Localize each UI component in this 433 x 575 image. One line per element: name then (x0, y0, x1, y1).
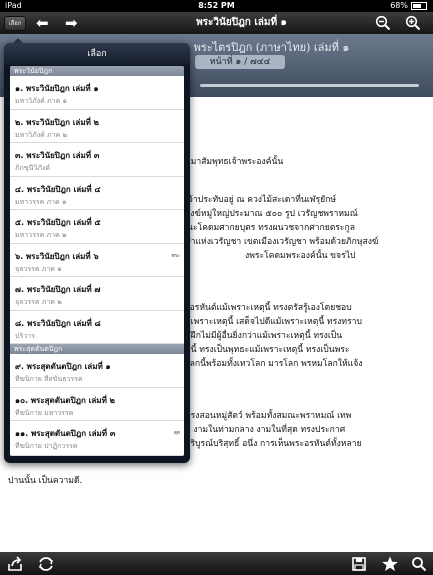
list-item[interactable]: ๓. พระวินัยปิฎก เล่มที่ ๓ ภิกขุนีวิภังค์ (10, 143, 184, 177)
item-title: ๑. พระวินัยปิฎก เล่มที่ ๑ (15, 84, 99, 93)
volume-select-popover: เลือก พระวินัยปิฎก ๑. พระวินัยปิฎก เล่มท… (4, 38, 190, 463)
item-subtitle: จุลวรรค ภาค ๒ (15, 298, 62, 306)
list-item[interactable]: ๑. พระวินัยปิฎก เล่มที่ ๑ มหาวิภังค์ ภาค… (10, 76, 184, 110)
list-item[interactable]: ๒. พระวินัยปิฎก เล่มที่ ๒ มหาวิภังค์ ภาค… (10, 110, 184, 143)
item-subtitle: ปริวาร (15, 332, 35, 340)
item-title: ๖. พระวินัยปิฎก เล่มที่ ๖ (15, 252, 99, 261)
item-title: ๙. พระสุตตันตปิฎก เล่มที่ ๑ (15, 362, 111, 371)
clock: 8:52 PM (198, 1, 235, 10)
item-title: ๑๑. พระสุตตันตปิฎก เล่มที่ ๓ (15, 429, 116, 438)
list-item[interactable]: ๖. พระวินัยปิฎก เล่มที่ ๖ จุลวรรค ภาค ๑ (10, 244, 184, 277)
list-item[interactable]: ๘. พระวินัยปิฎก เล่มที่ ๘ ปริวาร (10, 311, 184, 344)
item-title: ๑๐. พระสุตตันตปิฎก เล่มที่ ๒ (15, 396, 115, 405)
page-indicator[interactable]: หน้าที่ ๑ / ๗๔๔ (195, 55, 285, 69)
item-subtitle: จุลวรรค ภาค ๑ (15, 265, 62, 273)
item-subtitle: ทีฆนิกาย มหาวรรค (15, 409, 74, 417)
battery-percent: 68% (390, 1, 408, 10)
text-line: มฝึกไม่มีผู้อื่นยิ่งกว่าแม้เพราะเหตุนี้ … (185, 331, 343, 341)
list-item[interactable]: ๕. พระวินัยปิฎก เล่มที่ ๕ มหาวรรค ภาค ๒ (10, 210, 184, 244)
page-title: พระวินัยปิฎก เล่มที่ ๑ (196, 17, 287, 28)
zoom-in-icon[interactable] (405, 15, 421, 31)
item-title: ๔. พระวินัยปิฎก เล่มที่ ๔ (15, 185, 101, 194)
text-line: มมาสัมพุทธเจ้าพระองค์นั้น (185, 157, 284, 167)
item-subtitle: ภิกขุนีวิภังค์ (15, 164, 51, 172)
list-item[interactable]: ๗. พระวินัยปิฎก เล่มที่ ๗ จุลวรรค ภาค ๒ (10, 277, 184, 311)
text-line: ม งามในท่ามกลาง งามในที่สุด ทรงประกาศ (185, 425, 346, 435)
text-line: เจ้าประทับอยู่ ณ ควงไม้สะเดาที่นเฬรุยักษ… (185, 195, 337, 205)
item-title: ๒. พระวินัยปิฎก เล่มที่ ๒ (15, 118, 99, 127)
text-line: งพระโคดมพระองค์นั้น ขจรไป (245, 251, 356, 261)
bottom-toolbar (0, 552, 433, 575)
battery-indicator: 68% (390, 0, 427, 12)
battery-fill (413, 4, 421, 8)
item-subtitle: มหาวิภังค์ ภาค ๑ (15, 97, 67, 105)
navigation-bar: เลือก ⬅ ➡ พระวินัยปิฎก เล่มที่ ๑ (0, 12, 433, 34)
item-title: ๕. พระวินัยปิฎก เล่มที่ ๕ (15, 218, 101, 227)
arrow-left-icon[interactable]: ⬅ (36, 14, 49, 32)
list-item[interactable]: ๙. พระสุตตันตปิฎก เล่มที่ ๑ ทีฆนิกาย สีล… (10, 354, 184, 388)
zoom-out-icon[interactable] (375, 15, 391, 31)
select-button[interactable]: เลือก (4, 16, 26, 31)
battery-icon (411, 2, 427, 10)
page-progress-bar[interactable] (200, 84, 419, 87)
section-header: พระสุตตันตปิฎก (10, 344, 184, 354)
item-subtitle: ทีฆนิกาย สีลขันธวรรค (15, 375, 83, 383)
list-item[interactable]: ๔. พระวินัยปิฎก เล่มที่ ๔ มหาวรรค ภาค ๑ (10, 177, 184, 210)
text-line: บริบูรณ์บริสุทธิ์ อนึ่ง การเห็นพระอรหันต… (185, 439, 362, 449)
list-item[interactable]: ๑๑. พระสุตตันตปิฎก เล่มที่ ๓ ทีฆนิกาย ปา… (10, 421, 184, 456)
volume-list[interactable]: พระวินัยปิฎก ๑. พระวินัยปิฎก เล่มที่ ๑ ม… (10, 66, 184, 456)
text-line: ณะโคดมศากยบุตร ทรงผนวชจากศากยตระกูล (185, 223, 356, 233)
arrow-right-icon[interactable]: ➡ (65, 14, 78, 32)
text-line: ม้เพราะเหตุนี้ เสด็จไปดีแม้เพราะเหตุนี้ … (185, 317, 362, 327)
text-line: ะอรหันต์แม้เพราะเหตุนี้ ทรงตรัสรู้เองโดย… (185, 303, 352, 313)
item-title: ๓. พระวินัยปิฎก เล่มที่ ๓ (15, 151, 100, 160)
star-icon[interactable] (381, 555, 399, 573)
text-line: สงฆ์หมู่ใหญ่ประมาณ ๕๐๐ รูป เวรัญชพราหมณ์ (185, 209, 358, 219)
search-icon[interactable] (410, 555, 428, 573)
text-line: ปานนั้น เป็นความดี. (8, 476, 83, 486)
text-line: โลกนี้พร้อมทั้งเทวโลก มารโลก พรหมโลกให้แ… (185, 359, 363, 369)
section-header: พระวินัยปิฎก (10, 66, 184, 76)
text-line: ทำแห่งเวรัญชา เขตเมืองเวรัญชา พร้อมด้วยภ… (185, 237, 379, 247)
item-subtitle: มหาวิภังค์ ภาค ๒ (15, 131, 68, 139)
item-title: ๗. พระวินัยปิฎก เล่มที่ ๗ (15, 285, 101, 294)
list-item[interactable]: ๑๐. พระสุตตันตปิฎก เล่มที่ ๒ ทีฆนิกาย มห… (10, 388, 184, 421)
item-subtitle: มหาวรรค ภาค ๒ (15, 231, 67, 239)
text-line: ทรงสอนหมู่สัตว์ พร้อมทั้งสมณะพราหมณ์ เทพ (185, 411, 352, 421)
item-subtitle: ทีฆนิกาย ปาฏิกวรรค (15, 442, 78, 450)
status-bar: iPad 8:52 PM 68% (0, 0, 433, 12)
share-icon[interactable] (6, 555, 24, 573)
section-index-label[interactable]: สุต (174, 429, 180, 437)
popover-title: เลือก (4, 43, 190, 65)
save-icon[interactable] (350, 555, 368, 573)
item-title: ๘. พระวินัยปิฎก เล่มที่ ๘ (15, 319, 101, 328)
text-line: ทุนี้ ทรงเป็นพุทธะแม้เพราะเหตุนี้ ทรงเป็… (185, 345, 350, 355)
item-subtitle: มหาวรรค ภาค ๑ (15, 198, 67, 206)
section-index-label[interactable]: พระ (171, 252, 180, 260)
sync-icon[interactable] (37, 555, 55, 573)
